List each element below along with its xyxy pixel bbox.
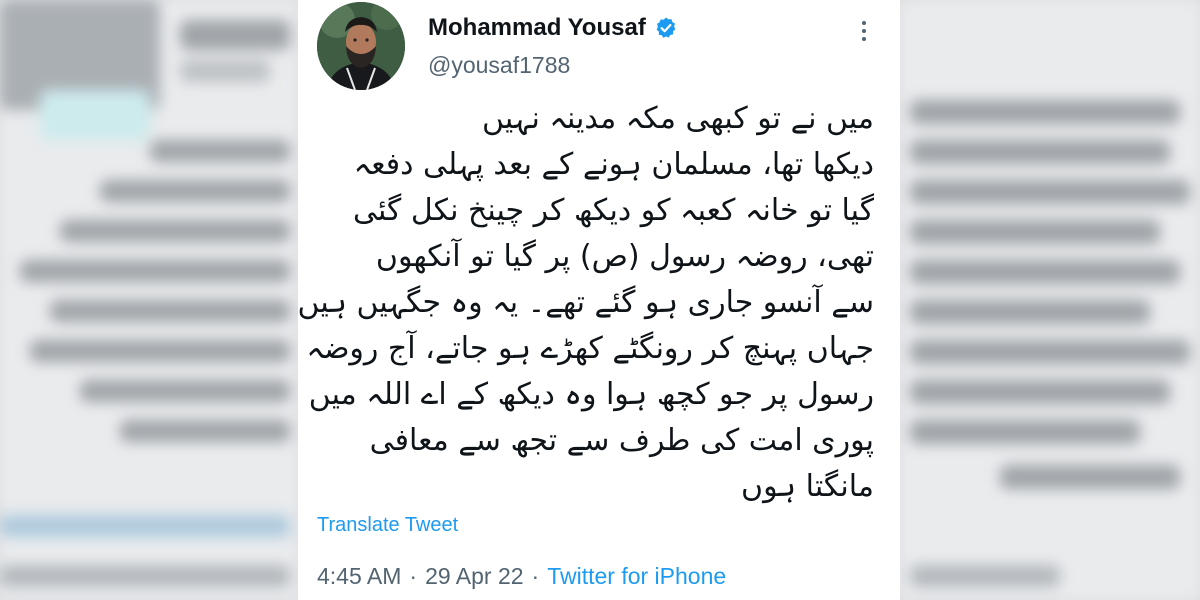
meta-separator: · — [409, 563, 418, 589]
tweet-text-line: رسول پر جو کچھ ہوا وہ دیکھ کے اے اللہ می… — [308, 377, 874, 412]
tweet-text: میں نے تو کبھی مکہ مدینہ نہیں دیکھا تھا،… — [298, 96, 874, 510]
meta-separator: · — [531, 563, 540, 589]
tweet-source-link[interactable]: Twitter for iPhone — [547, 563, 726, 590]
tweet-text-line: سے آنسو جاری ہو گئے تھے۔ یہ وہ جگہیں ہیں — [298, 285, 874, 320]
tweet-text-line: گیا تو خانہ کعبہ کو دیکھ کر چینخ نکل گئی — [353, 193, 874, 228]
tweet-text-line: مانگتا ہوں — [741, 469, 874, 504]
tweet-time[interactable]: 4:45 AM — [317, 563, 401, 590]
avatar[interactable] — [317, 2, 405, 90]
user-handle[interactable]: @yousaf1788 — [428, 52, 570, 79]
tweet-date[interactable]: 29 Apr 22 — [425, 563, 523, 590]
tweet-text-line: جہاں پہنچ کر رونگٹے کھڑے ہو جاتے، آج روض… — [306, 331, 874, 366]
more-options-icon[interactable] — [854, 16, 874, 46]
avatar-photo — [317, 2, 405, 90]
tweet-card: Mohammad Yousaf @yousaf1788 میں نے تو کب… — [298, 0, 900, 600]
display-name[interactable]: Mohammad Yousaf — [428, 14, 646, 42]
tweet-text-line: دیکھا تھا، مسلمان ہونے کے بعد پہلی دفعہ — [353, 147, 874, 182]
author-name-row: Mohammad Yousaf — [428, 14, 678, 42]
tweet-text-line: پوری امت کی طرف سے تجھ سے معافی — [369, 423, 874, 458]
tweet-metadata: 4:45 AM · 29 Apr 22 · Twitter for iPhone — [317, 563, 726, 590]
screenshot-stage: Mohammad Yousaf @yousaf1788 میں نے تو کب… — [0, 0, 1200, 600]
verified-badge-icon — [656, 17, 676, 38]
tweet-text-line: تھی، روضہ رسول (ص) پر گیا تو آنکھوں — [375, 239, 874, 274]
blurred-background-left — [0, 0, 298, 600]
blurred-background-right — [900, 0, 1200, 600]
translate-tweet-link[interactable]: Translate Tweet — [317, 514, 458, 537]
tweet-text-line: میں نے تو کبھی مکہ مدینہ نہیں — [482, 101, 874, 136]
